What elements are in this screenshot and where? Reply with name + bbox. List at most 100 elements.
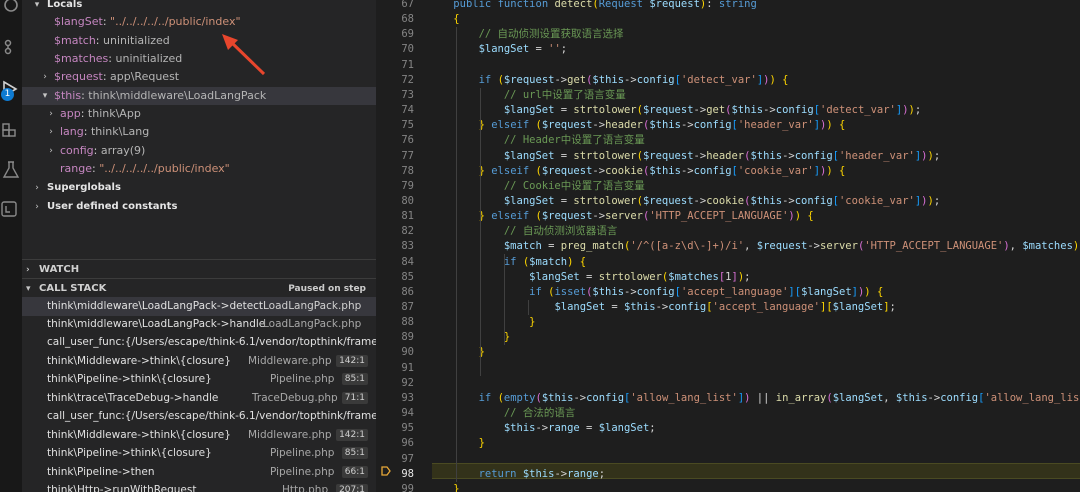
line-number: 92 [401, 376, 414, 389]
code-line[interactable]: if ($request->get($this->config['detect_… [428, 73, 789, 88]
line-badge: 207:1 [336, 484, 368, 492]
code-line[interactable]: $langSet = strtolower($request->header($… [428, 149, 940, 164]
stack-frame[interactable]: think\middleware\LoadLangPack->handle Lo… [22, 315, 376, 334]
code-line[interactable]: $langSet = strtolower($matches[1]); [428, 270, 750, 285]
user-constants-header[interactable]: › User defined constants [22, 198, 376, 216]
chevron-right-icon: › [35, 183, 39, 193]
line-number: 91 [401, 361, 414, 374]
line-number: 78 [401, 164, 414, 177]
superglobals-header[interactable]: › Superglobals [22, 179, 376, 197]
line-number: 82 [401, 225, 414, 238]
code-line[interactable]: // 合法的语言 [428, 406, 575, 421]
line-number: 81 [401, 210, 414, 223]
code-line[interactable]: $langSet = $this->config['accept_languag… [428, 300, 895, 315]
chevron-right-icon: › [35, 202, 39, 212]
code-line[interactable]: } elseif ($request->server('HTTP_ACCEPT_… [428, 209, 814, 224]
code-line[interactable]: if (isset($this->config['accept_language… [428, 285, 883, 300]
line-number: 97 [401, 452, 414, 465]
line-number: 96 [401, 437, 414, 450]
stack-frame[interactable]: think\Http->runWithRequest Http.php 207:… [22, 481, 376, 492]
stack-frame[interactable]: think\Middleware->think\{closure} Middle… [22, 352, 376, 371]
stack-frame[interactable]: think\middleware\LoadLangPack->detect Lo… [22, 297, 376, 316]
line-number: 74 [401, 104, 414, 117]
indent-guide [480, 87, 481, 376]
line-number: 72 [401, 73, 414, 86]
chevron-right-icon: › [49, 127, 53, 137]
code-line[interactable]: // url中设置了语言变量 [428, 88, 626, 103]
code-editor[interactable]: 67 68 69 70 71 72 73 74 75 76 77 78 79 80 81 82 83 84 85 86… [376, 0, 1080, 492]
code-line[interactable]: { [428, 12, 459, 27]
variable-matches[interactable]: $matches: uninitialized [22, 50, 376, 68]
code-line[interactable]: } [428, 315, 535, 330]
variable-request[interactable]: › $request: app\Request [22, 68, 376, 86]
line-number: 93 [401, 391, 414, 404]
code-line[interactable]: $langSet = strtolower($request->get($thi… [428, 103, 921, 118]
stack-frame[interactable]: think\Pipeline->think\{closure} Pipeline… [22, 370, 376, 389]
variable-match[interactable]: $match: uninitialized [22, 32, 376, 50]
indent-guide [456, 27, 457, 482]
line-number: 67 [401, 0, 414, 10]
debug-sidebar: ▾ Locals $langSet: "../../../../../publi… [22, 0, 376, 492]
source-control-icon[interactable] [0, 36, 22, 58]
code-line[interactable]: } elseif ($request->cookie($this->config… [428, 164, 846, 179]
search-icon[interactable] [0, 0, 22, 18]
variable-langset[interactable]: $langSet: "../../../../../public/index" [22, 13, 376, 31]
code-line[interactable]: $langSet = strtolower($request->cookie($… [428, 194, 940, 209]
line-number: 77 [401, 149, 414, 162]
code-line[interactable]: public function detect(Request $request)… [428, 0, 757, 12]
variable-lang[interactable]: › lang: think\Lang [22, 123, 376, 141]
line-number: 89 [401, 331, 414, 344]
line-number: 88 [401, 316, 414, 329]
line-number: 86 [401, 285, 414, 298]
code-line[interactable]: $match = preg_match('/^([a-z\d\-]+)/i', … [428, 239, 1080, 254]
activity-bar: 1 [0, 0, 22, 492]
chevron-right-icon: › [26, 265, 30, 275]
stack-frame[interactable]: call_user_func:{/Users/escape/think-6.1/… [22, 407, 376, 426]
stack-frame[interactable]: call_user_func:{/Users/escape/think-6.1/… [22, 333, 376, 352]
breakpoint-arrow-icon[interactable] [381, 466, 391, 476]
indent-guide [528, 299, 529, 315]
line-number: 79 [401, 179, 414, 192]
variable-app[interactable]: › app: think\App [22, 105, 376, 123]
testing-icon[interactable] [0, 158, 22, 180]
code-line[interactable]: } [428, 482, 459, 492]
variable-this[interactable]: ▾ $this: think\middleware\LoadLangPack [22, 87, 376, 105]
line-number: 70 [401, 43, 414, 56]
paused-status: Paused on step [288, 284, 366, 294]
line-number: 83 [401, 240, 414, 253]
stack-frame[interactable]: think\trace\TraceDebug->handle TraceDebu… [22, 389, 376, 408]
code-line[interactable]: } [428, 330, 510, 345]
line-number: 71 [401, 58, 414, 71]
code-line[interactable]: return $this->range; [428, 467, 605, 482]
call-stack-section-header[interactable]: ▾ CALL STACK Paused on step [22, 278, 376, 298]
stack-frame[interactable]: think\Pipeline->then Pipeline.php 66:1 [22, 463, 376, 482]
variable-range[interactable]: range: "../../../../../public/index" [22, 160, 376, 178]
line-number: 85 [401, 270, 414, 283]
extensions-icon[interactable] [0, 118, 22, 140]
code-line[interactable]: } elseif ($request->header($this->config… [428, 118, 846, 133]
line-number: 84 [401, 255, 414, 268]
watch-section-header[interactable]: › WATCH [22, 259, 376, 279]
line-number: 94 [401, 407, 414, 420]
stack-frame[interactable]: think\Pipeline->think\{closure} Pipeline… [22, 444, 376, 463]
line-number: 69 [401, 28, 414, 41]
variable-config[interactable]: › config: array(9) [22, 142, 376, 160]
line-number: 99 [401, 482, 414, 492]
line-badge: 142:1 [336, 429, 368, 441]
line-number: 76 [401, 134, 414, 147]
indent-guide [504, 254, 505, 346]
code-line[interactable]: $langSet = ''; [428, 42, 568, 57]
line-number: 80 [401, 194, 414, 207]
code-line[interactable]: // 自动侦测设置获取语言选择 [428, 27, 624, 42]
code-line[interactable]: // Cookie中设置了语言变量 [428, 179, 645, 194]
stack-frame[interactable]: think\Middleware->think\{closure} Middle… [22, 426, 376, 445]
code-line[interactable]: if (empty($this->config['allow_lang_list… [428, 391, 1080, 406]
code-line[interactable]: $this->range = $langSet; [428, 421, 656, 436]
remote-icon[interactable] [0, 198, 22, 220]
locals-header[interactable]: ▾ Locals [22, 0, 376, 14]
code-line[interactable]: if ($match) { [428, 255, 586, 270]
line-badge: 142:1 [336, 355, 368, 367]
code-line[interactable]: // Header中设置了语言变量 [428, 133, 645, 148]
line-number-gutter: 67 68 69 70 71 72 73 74 75 76 77 78 79 80 81 82 83 84 85 86… [376, 0, 434, 492]
chevron-down-icon: ▾ [42, 91, 48, 101]
